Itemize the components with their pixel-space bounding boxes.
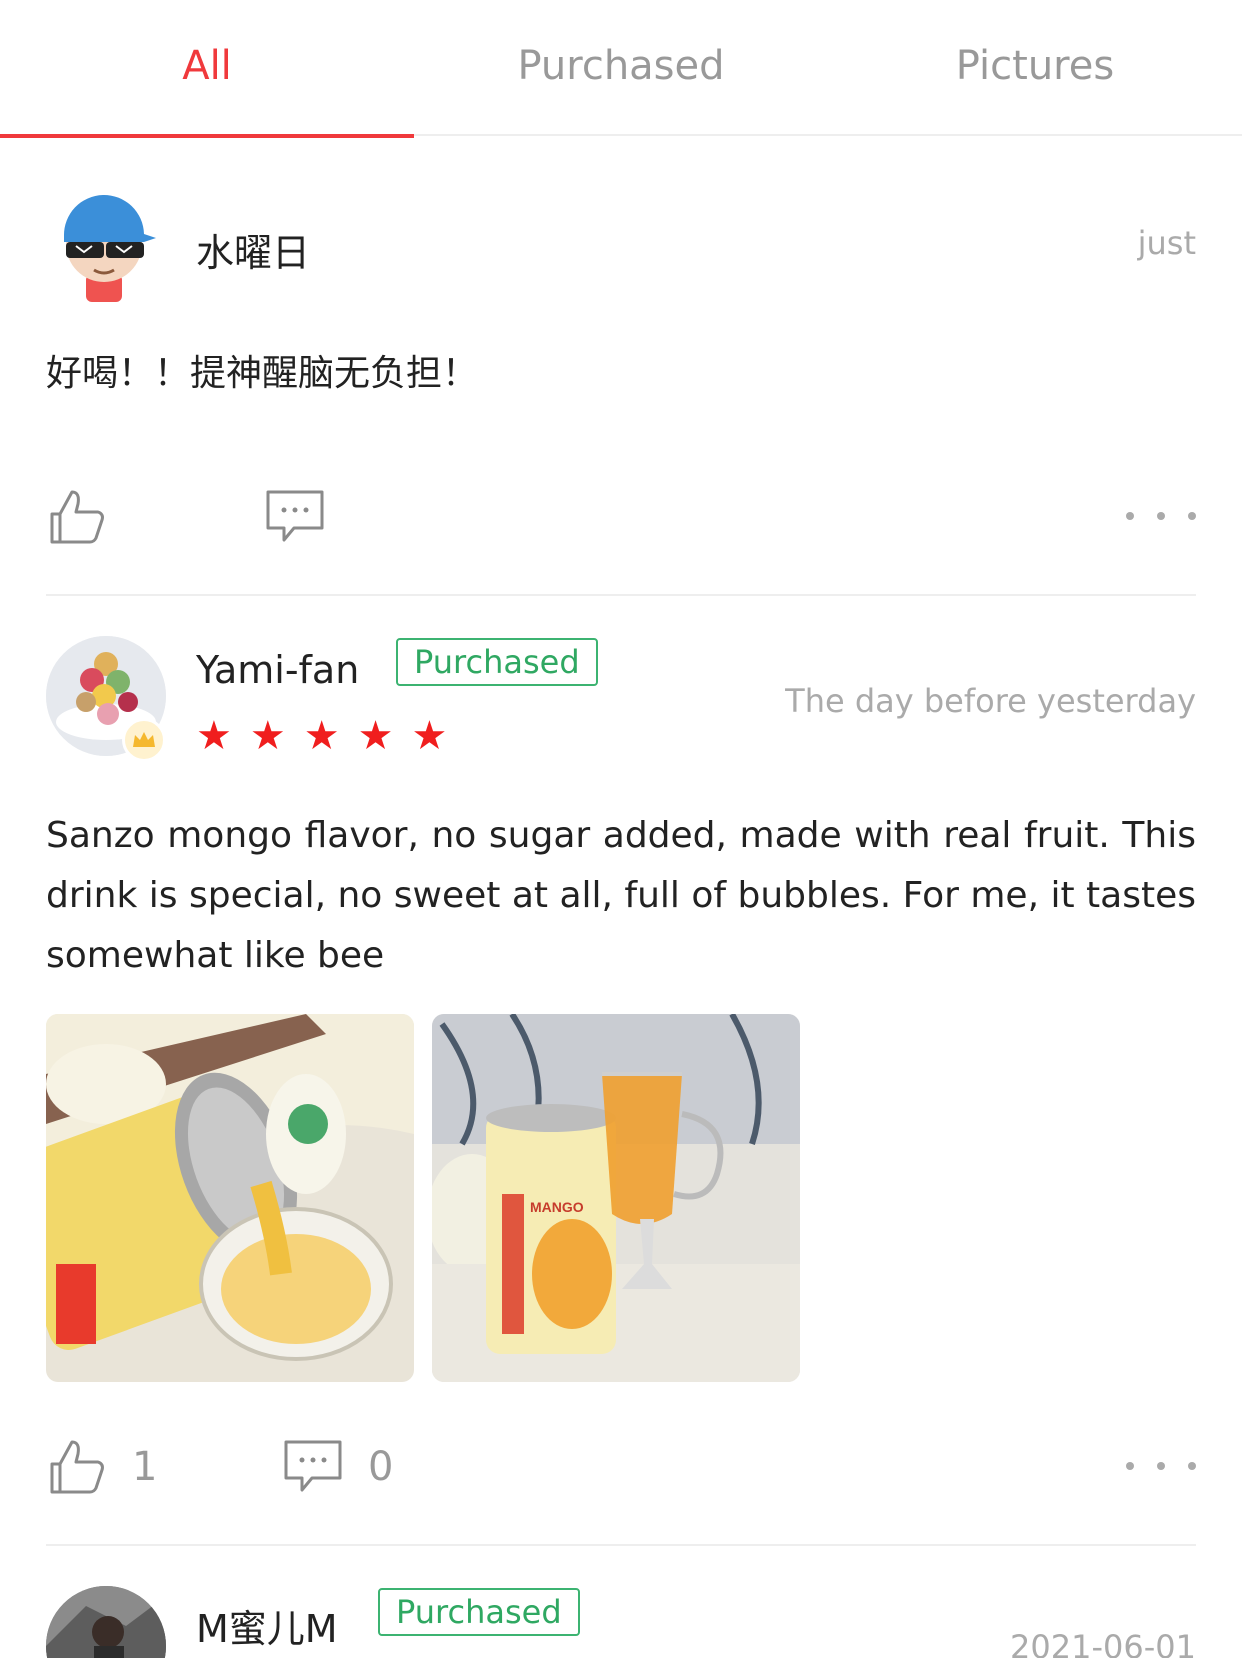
review-card: M蜜儿M Purchased 2021-06-01 (0, 0, 1242, 1658)
username[interactable]: M蜜儿M (196, 1598, 338, 1653)
purchased-badge: Purchased (378, 1588, 580, 1636)
review-time: 2021-06-01 (1010, 1628, 1196, 1658)
person-photo-avatar-icon (46, 1586, 166, 1658)
user-avatar[interactable] (46, 1586, 166, 1658)
